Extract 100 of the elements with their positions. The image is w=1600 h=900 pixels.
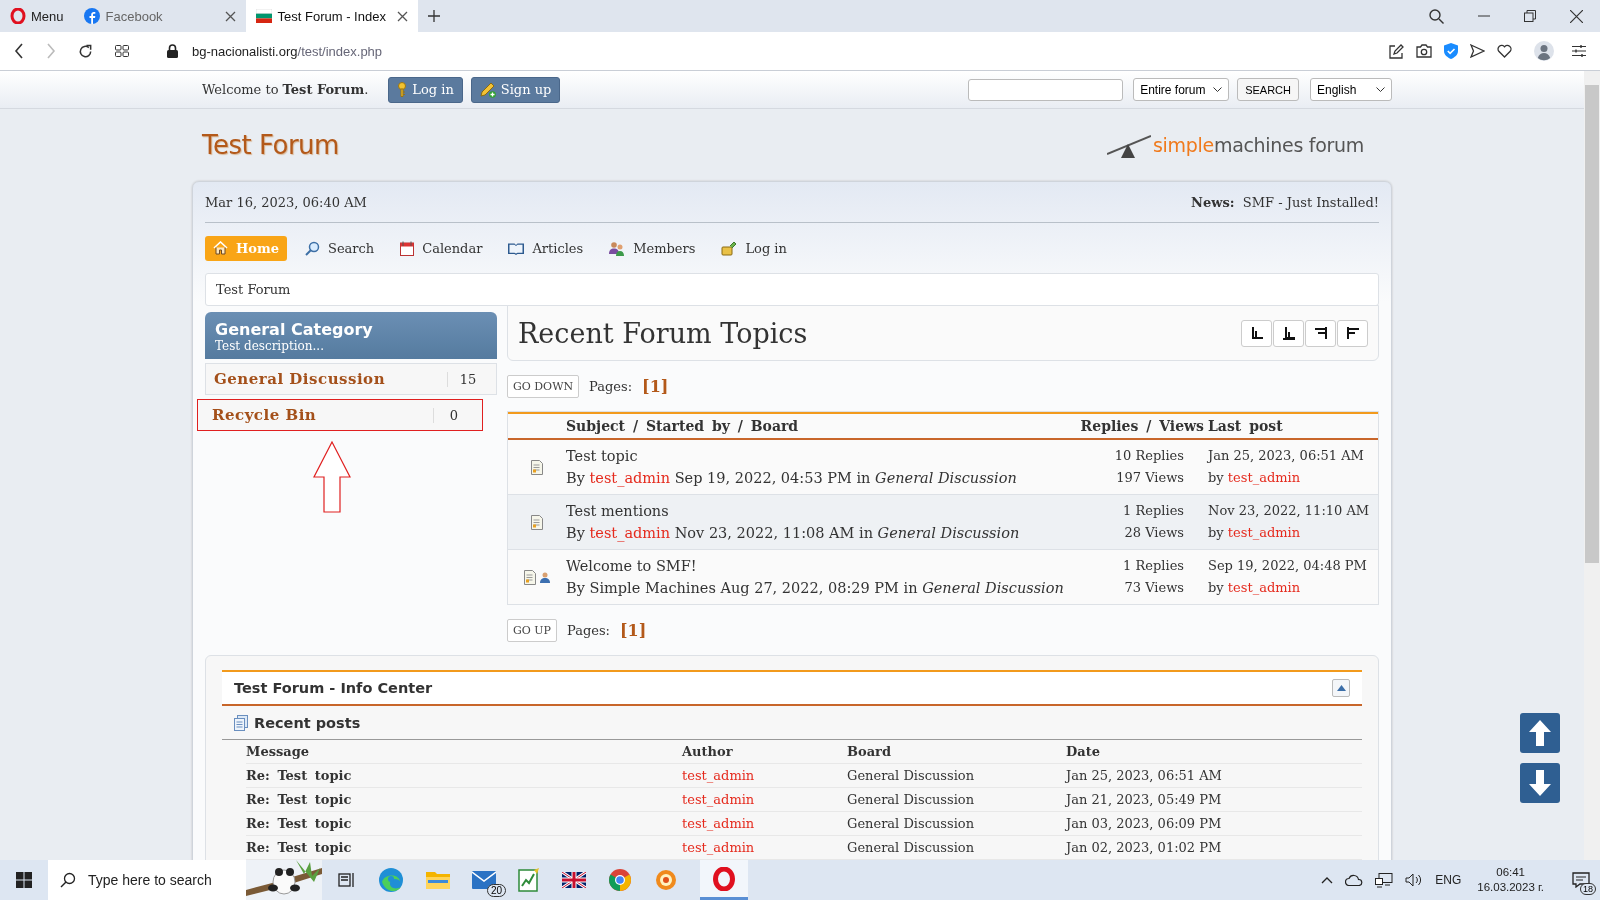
search-icon[interactable] (1429, 8, 1444, 24)
author-link[interactable]: test_admin (1227, 470, 1301, 485)
heart-icon[interactable] (1497, 44, 1512, 58)
edge-icon[interactable] (378, 867, 404, 893)
collapse-button[interactable] (1332, 679, 1350, 697)
close-icon[interactable] (224, 10, 236, 22)
close-icon[interactable] (1570, 9, 1583, 23)
layout-button[interactable] (1337, 319, 1368, 347)
board-link[interactable]: General Discussion (922, 580, 1064, 596)
post-date: Jan 02, 2023, 01:02 PM (1066, 840, 1223, 855)
book-icon (508, 241, 525, 255)
uk-flag-icon[interactable] (562, 872, 586, 888)
topic-link[interactable]: Welcome to SMF! (566, 555, 1084, 577)
language-dropdown[interactable]: English (1310, 78, 1392, 101)
reload-icon[interactable] (78, 43, 93, 59)
author-link[interactable]: test_admin (1227, 580, 1301, 595)
users-icon (609, 240, 626, 256)
edit-icon[interactable] (1389, 43, 1404, 59)
chrome-icon[interactable] (608, 868, 632, 892)
menu-button[interactable]: Menu (0, 0, 74, 32)
scope-dropdown[interactable]: Entire forum (1133, 78, 1230, 101)
taskbar-search-field[interactable]: Type here to search (48, 860, 322, 900)
logo-text: simplemachines forum (1153, 134, 1364, 156)
nav-tab[interactable]: Articles (500, 235, 592, 261)
go-down-button[interactable]: GO DOWN (507, 374, 580, 398)
scroll-up-button[interactable] (1520, 713, 1560, 753)
restore-icon[interactable] (1524, 10, 1536, 22)
topic-byline: By Simple Machines Aug 27, 2022, 08:29 PM in General Discussion (566, 579, 1065, 598)
cloud-icon[interactable] (1345, 874, 1364, 886)
language-indicator[interactable]: ENG (1435, 873, 1462, 887)
scrollbar[interactable] (1584, 71, 1600, 860)
board-link[interactable]: General Discussion (875, 470, 1017, 486)
arrow-up-icon (1528, 719, 1552, 747)
column-header[interactable]: Last post (1204, 418, 1378, 434)
avatar-icon[interactable] (1534, 41, 1554, 61)
settings-icon[interactable] (1572, 45, 1586, 57)
notification-icon[interactable] (1572, 872, 1590, 888)
gear-app-icon[interactable] (654, 868, 678, 892)
post-link[interactable]: Re: Test topic (246, 840, 682, 855)
post-link[interactable]: Re: Test topic (246, 768, 682, 783)
author-link[interactable]: test_admin (682, 840, 847, 855)
category-header[interactable]: General Category Test description... (205, 312, 497, 359)
author-link[interactable]: test_admin (682, 816, 847, 831)
new-tab-icon[interactable] (427, 10, 440, 22)
caret-up-icon[interactable] (1321, 876, 1334, 884)
sign-up-button[interactable]: Sign up (470, 76, 561, 103)
chart-app-icon[interactable] (518, 868, 540, 892)
nav-tab[interactable]: Search (297, 235, 383, 261)
network-icon[interactable] (1375, 872, 1394, 888)
user-icon (540, 571, 550, 583)
post-date: Jan 21, 2023, 05:49 PM (1066, 792, 1223, 807)
camera-icon[interactable] (1416, 44, 1432, 58)
scroll-down-button[interactable] (1520, 763, 1560, 803)
back-icon[interactable] (14, 43, 24, 59)
breadcrumb-link[interactable]: Test Forum (216, 282, 291, 297)
log-in-button[interactable]: Log in (388, 76, 463, 103)
browser-tab[interactable]: Facebook (73, 0, 246, 32)
layout-button[interactable] (1305, 319, 1336, 347)
go-up-button[interactable]: GO UP (507, 618, 557, 642)
post-link[interactable]: Re: Test topic (246, 816, 682, 831)
board-row[interactable]: General Discussion 15 (205, 363, 497, 395)
layout-button[interactable] (1241, 319, 1272, 347)
board-name: General Discussion (847, 840, 975, 855)
search-button[interactable]: SEARCH (1237, 78, 1299, 101)
address-field[interactable]: bg-nacionalisti.org/test/index.php (192, 43, 383, 59)
column-header: Date (1066, 744, 1101, 759)
nav-tab[interactable]: Members (601, 235, 704, 261)
author-link[interactable]: test_admin (682, 768, 847, 783)
page-link[interactable]: [1] (619, 620, 647, 640)
send-icon[interactable] (1470, 44, 1485, 58)
topic-link[interactable]: Test topic (566, 445, 1084, 467)
close-icon[interactable] (396, 10, 408, 22)
clock[interactable]: 06:41 16.03.2023 г. (1477, 865, 1544, 895)
post-link[interactable]: Re: Test topic (246, 792, 682, 807)
forum-title[interactable]: Test Forum (202, 130, 339, 160)
nav-tab[interactable]: Calendar (392, 235, 491, 261)
grid-icon[interactable] (115, 45, 129, 57)
board-row[interactable]: Recycle Bin 0 (197, 399, 483, 431)
windows-icon[interactable] (16, 872, 32, 888)
column-header[interactable]: Subject / Started by / Board (566, 418, 1054, 434)
board-count: 15 (447, 371, 488, 387)
board-link[interactable]: Recycle Bin (212, 406, 433, 424)
board-link[interactable]: General Discussion (877, 525, 1020, 541)
volume-icon[interactable] (1405, 873, 1424, 887)
nav-tab[interactable]: Log in (713, 235, 795, 261)
author-link[interactable]: test_admin (1227, 525, 1301, 540)
browser-tab[interactable]: Test Forum - Index (245, 0, 418, 32)
shield-icon[interactable] (1444, 43, 1458, 59)
folder-icon[interactable] (426, 870, 450, 890)
author-link[interactable]: test_admin (589, 525, 671, 541)
layout-button[interactable] (1273, 319, 1304, 347)
column-header[interactable]: Replies / Views (1054, 418, 1204, 434)
topic-link[interactable]: Test mentions (566, 500, 1084, 522)
author-link[interactable]: test_admin (682, 792, 847, 807)
board-link[interactable]: General Discussion (214, 370, 447, 388)
task-view-icon[interactable] (338, 872, 356, 888)
author-link[interactable]: test_admin (589, 470, 671, 486)
search-field[interactable] (968, 78, 1124, 101)
opera-app[interactable] (700, 860, 748, 900)
page-link[interactable]: [1] (642, 376, 669, 396)
